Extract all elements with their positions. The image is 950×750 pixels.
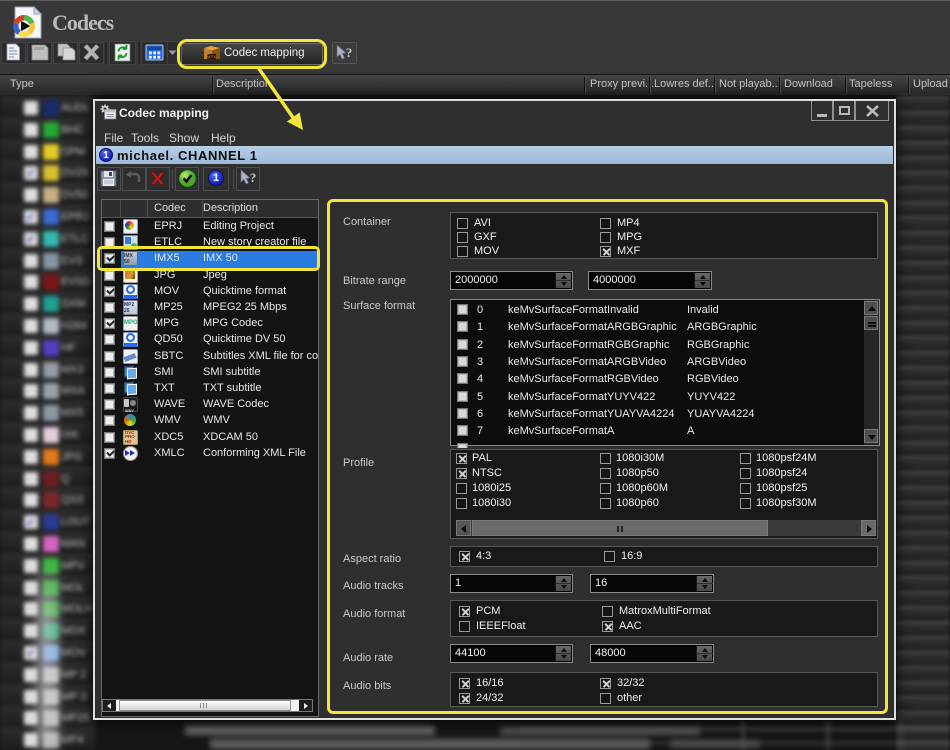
svg-text:?: ? xyxy=(346,45,353,60)
svg-text:?: ? xyxy=(250,170,257,185)
